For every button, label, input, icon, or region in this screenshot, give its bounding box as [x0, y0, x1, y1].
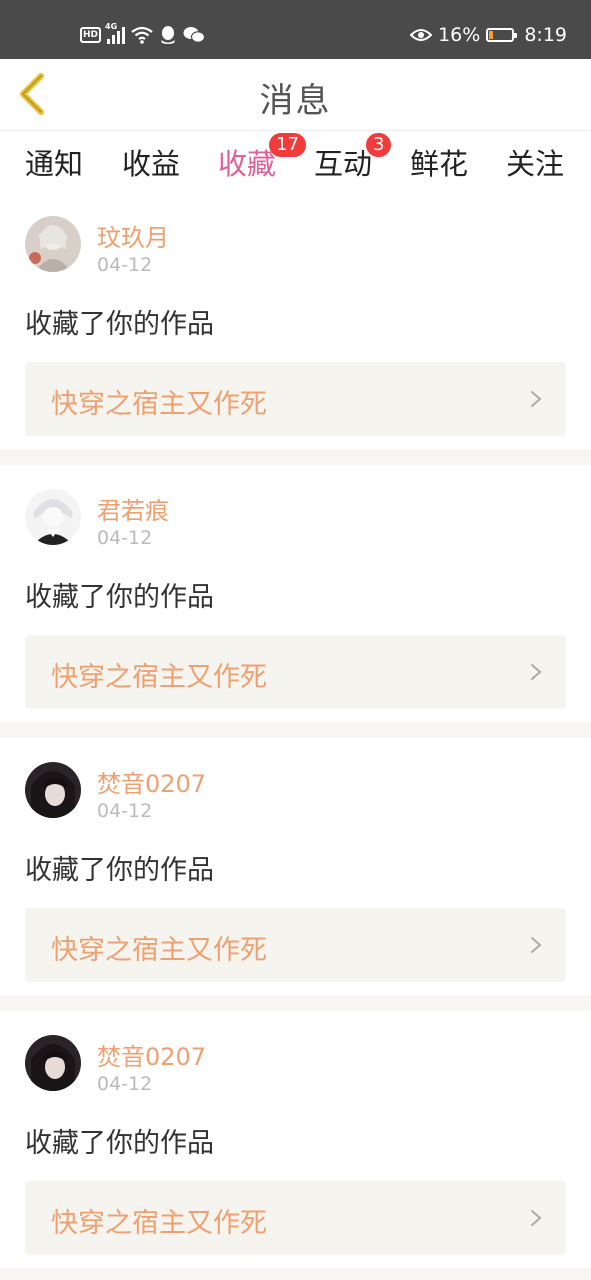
clock: 8:19: [524, 24, 567, 46]
username[interactable]: 焚音0207: [97, 1037, 206, 1072]
chevron-right-icon: [531, 664, 542, 680]
list-item: 君若痕 04-12 收藏了你的作品 快穿之宿主又作死: [0, 471, 591, 727]
tab-favorites[interactable]: 收藏 17: [207, 133, 306, 202]
avatar[interactable]: [25, 489, 81, 545]
tab-earnings[interactable]: 收益: [111, 141, 191, 189]
timestamp: 04-12: [97, 254, 153, 276]
battery-icon: [486, 28, 518, 42]
tab-label: 互动: [313, 147, 372, 181]
timestamp: 04-12: [97, 1073, 153, 1095]
tab-label: 鲜花: [409, 147, 468, 181]
tab-label: 收藏: [217, 147, 276, 181]
activity-text: 收藏了你的作品: [25, 855, 214, 886]
avatar[interactable]: [25, 1035, 81, 1091]
timestamp: 04-12: [97, 800, 153, 822]
chevron-right-icon: [531, 1210, 542, 1226]
work-link[interactable]: 快穿之宿主又作死: [25, 635, 566, 709]
status-left: HD 4G: [80, 22, 206, 46]
divider: [0, 995, 591, 1011]
work-title: 快穿之宿主又作死: [51, 389, 267, 420]
list-item: 玟玖月 04-12 收藏了你的作品 快穿之宿主又作死: [0, 198, 591, 454]
signal-icon: 4G: [105, 22, 126, 44]
unread-badge: 3: [366, 133, 392, 157]
list-item: 焚音0207 04-12 收藏了你的作品 快穿之宿主又作死: [0, 744, 591, 1000]
tab-label: 关注: [505, 147, 564, 181]
network-label: 4G: [105, 22, 118, 31]
tab-follows[interactable]: 关注: [495, 141, 575, 189]
username[interactable]: 玟玖月: [97, 218, 169, 253]
username[interactable]: 焚音0207: [97, 764, 206, 799]
eye-icon: [410, 29, 433, 41]
chevron-right-icon: [531, 937, 542, 953]
status-bar: HD 4G 16% 8:19: [0, 0, 591, 59]
battery-percent: 16%: [438, 24, 481, 46]
work-title: 快穿之宿主又作死: [51, 935, 267, 966]
work-title: 快穿之宿主又作死: [51, 662, 267, 693]
list-item: 焚音0207 04-12 收藏了你的作品 快穿之宿主又作死: [0, 1017, 591, 1273]
activity-text: 收藏了你的作品: [25, 309, 214, 340]
tab-flowers[interactable]: 鲜花: [399, 141, 479, 189]
tab-bar: 通知 收益 收藏 17 互动 3 鲜花 关注: [0, 131, 591, 202]
chevron-right-icon: [531, 391, 542, 407]
work-link[interactable]: 快穿之宿主又作死: [25, 1181, 566, 1255]
divider: [0, 449, 591, 465]
tab-label: 通知: [24, 147, 83, 181]
app-header: 消息: [0, 59, 591, 131]
qq-icon: [161, 26, 176, 44]
wechat-icon: [183, 27, 206, 43]
status-right: 16% 8:19: [410, 24, 567, 46]
avatar[interactable]: [25, 762, 81, 818]
divider: [0, 722, 591, 738]
username[interactable]: 君若痕: [97, 491, 169, 526]
unread-badge: 17: [269, 133, 306, 157]
tab-notifications[interactable]: 通知: [14, 141, 94, 189]
hd-icon: HD: [80, 27, 102, 43]
tab-label: 收益: [121, 147, 180, 181]
work-link[interactable]: 快穿之宿主又作死: [25, 362, 566, 436]
divider: [0, 1268, 591, 1280]
work-link[interactable]: 快穿之宿主又作死: [25, 908, 566, 982]
avatar[interactable]: [25, 216, 81, 272]
tab-interactions[interactable]: 互动 3: [303, 133, 392, 189]
work-title: 快穿之宿主又作死: [51, 1208, 267, 1239]
activity-text: 收藏了你的作品: [25, 582, 214, 613]
page-title: 消息: [259, 81, 332, 121]
timestamp: 04-12: [97, 527, 153, 549]
activity-text: 收藏了你的作品: [25, 1128, 214, 1159]
wifi-icon: [131, 26, 153, 44]
